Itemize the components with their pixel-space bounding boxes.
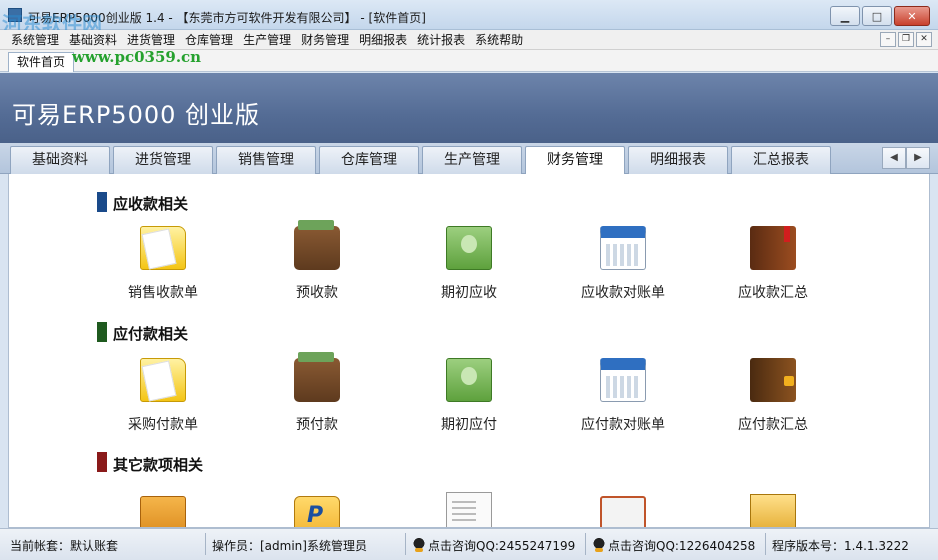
menu-system[interactable]: 系统管理 [6,32,64,48]
status-account: 当前帐套：默认账套 [10,539,119,553]
calendar-icon [600,226,646,270]
tab-finance[interactable]: 财务管理 [525,146,625,175]
menu-detail-report[interactable]: 明细报表 [354,32,412,48]
menu-warehouse[interactable]: 仓库管理 [180,32,238,48]
qq-contact-2-label: 点击咨询QQ:1226404258 [608,539,756,553]
status-divider [585,533,586,555]
item-other-2[interactable] [247,496,387,527]
minimize-button[interactable]: ▁ [830,6,860,26]
document-icon [446,492,492,527]
item-label: 应付款汇总 [738,417,808,433]
status-divider [765,533,766,555]
section-marker [97,452,107,472]
item-label: 销售收款单 [128,285,198,301]
wallet-icon [294,352,340,402]
tab-warehouse[interactable]: 仓库管理 [319,146,419,174]
tab-detail-report[interactable]: 明细报表 [628,146,728,174]
section-title-receivable: 应收款相关 [113,195,189,213]
item-receivable-statement[interactable]: 应收款对账单 [553,226,693,302]
folder-icon [140,226,186,270]
maximize-button[interactable]: □ [862,6,892,26]
item-label: 期初应收 [441,285,497,301]
menu-production[interactable]: 生产管理 [238,32,296,48]
paypal-icon [294,496,340,527]
item-label: 预收款 [296,285,338,301]
window-controls: ▁ □ ✕ [828,6,930,26]
item-other-4[interactable] [553,496,693,527]
app-banner: 可易ERP5000 创业版 [0,73,938,143]
section-marker [97,192,107,212]
item-other-3[interactable] [399,492,539,527]
status-operator: 操作员：[admin]系统管理员 [212,539,367,553]
money-icon [446,226,492,270]
item-label: 应收款汇总 [738,285,808,301]
qq-contact-1-label: 点击咨询QQ:2455247199 [428,539,576,553]
status-version: 程序版本号：1.4.1.3222 [772,539,909,553]
item-other-5[interactable] [703,494,843,527]
mdi-restore-button[interactable]: ❐ [898,32,914,47]
item-payable-summary[interactable]: 应付款汇总 [703,358,843,434]
clipboard-icon [600,496,646,527]
item-label: 应付款对账单 [581,417,665,433]
tab-scroll-right-button[interactable]: ▶ [906,147,930,169]
money-icon [446,358,492,402]
menu-finance[interactable]: 财务管理 [296,32,354,48]
status-divider [405,533,406,555]
item-opening-receivable[interactable]: 期初应收 [399,226,539,302]
box-icon [750,494,796,527]
section-title-payable: 应付款相关 [113,325,189,343]
item-label: 应收款对账单 [581,285,665,301]
menu-basic-data[interactable]: 基础资料 [64,32,122,48]
tab-scroll-left-button[interactable]: ◀ [882,147,906,169]
qq-icon [592,537,606,553]
item-receivable-summary[interactable]: 应收款汇总 [703,226,843,302]
item-advance-receipt[interactable]: 预收款 [247,220,387,302]
mdi-minimize-button[interactable]: – [880,32,896,47]
module-tabs: 基础资料 进货管理 销售管理 仓库管理 生产管理 财务管理 明细报表 汇总报表 … [0,143,938,175]
qq-contact-2[interactable]: 点击咨询QQ:1226404258 [592,537,755,554]
status-bar: 当前帐套：默认账套 操作员：[admin]系统管理员 点击咨询QQ:245524… [0,528,938,560]
calendar-icon [600,358,646,402]
status-divider [205,533,206,555]
menu-stat-report[interactable]: 统计报表 [412,32,470,48]
menu-help[interactable]: 系统帮助 [470,32,528,48]
folder-icon [140,496,186,527]
tab-basic-data[interactable]: 基础资料 [10,146,110,174]
item-label: 预付款 [296,417,338,433]
item-advance-payment[interactable]: 预付款 [247,352,387,434]
qq-icon [412,537,426,553]
finance-panel: 应收款相关 销售收款单 预收款 期初应收 应收款对账单 应收款汇总 应付款相关 … [8,174,930,528]
item-purchase-payment[interactable]: 采购付款单 [93,358,233,434]
mdi-close-button[interactable]: ✕ [916,32,932,47]
section-title-other: 其它款项相关 [113,456,204,474]
menu-purchase[interactable]: 进货管理 [122,32,180,48]
folder-icon [140,358,186,402]
tab-sales[interactable]: 销售管理 [216,146,316,174]
tab-purchase[interactable]: 进货管理 [113,146,213,174]
item-payable-statement[interactable]: 应付款对账单 [553,358,693,434]
item-other-1[interactable] [93,496,233,527]
item-sales-receipt[interactable]: 销售收款单 [93,226,233,302]
item-label: 采购付款单 [128,417,198,433]
menu-bar: 系统管理 基础资料 进货管理 仓库管理 生产管理 财务管理 明细报表 统计报表 … [0,30,938,50]
tab-summary-report[interactable]: 汇总报表 [731,146,831,174]
item-opening-payable[interactable]: 期初应付 [399,358,539,434]
book-icon [750,226,796,270]
tab-home[interactable]: 软件首页 [8,52,75,72]
banner-title: 可易ERP5000 创业版 [12,101,261,129]
qq-contact-1[interactable]: 点击咨询QQ:2455247199 [412,537,575,554]
close-button[interactable]: ✕ [894,6,930,26]
tab-production[interactable]: 生产管理 [422,146,522,174]
watermark-url: www.pc0359.cn [72,48,202,66]
item-label: 期初应付 [441,417,497,433]
section-marker [97,322,107,342]
book-icon [750,358,796,402]
wallet-icon [294,220,340,270]
